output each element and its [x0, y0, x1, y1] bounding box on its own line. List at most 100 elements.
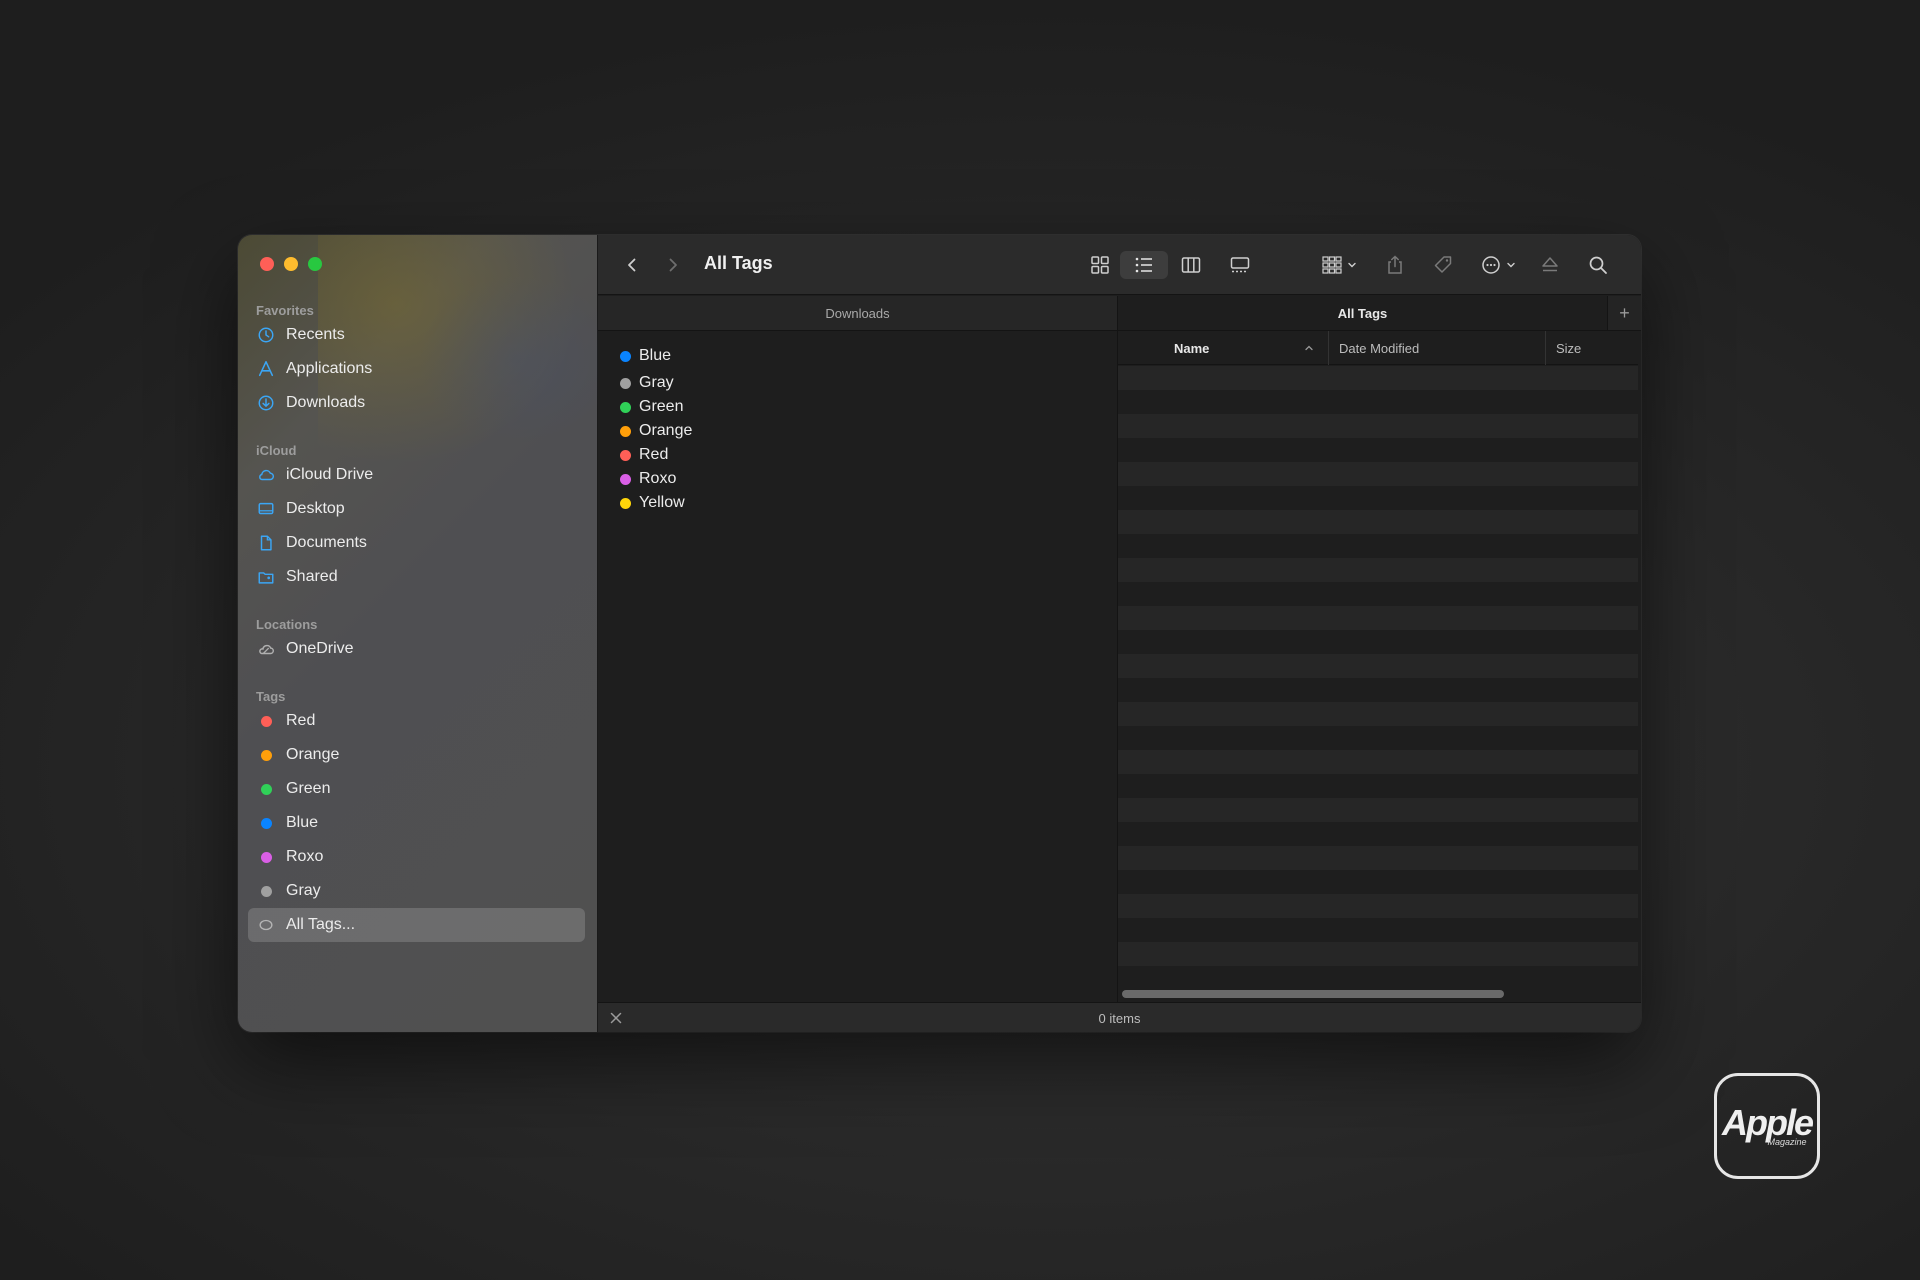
chevron-down-icon — [1507, 262, 1515, 268]
tag-dot-roxo — [260, 851, 272, 863]
edit-tags-button[interactable] — [1426, 251, 1460, 279]
tab-downloads[interactable]: Downloads — [598, 296, 1118, 330]
column-view-button[interactable] — [1174, 251, 1208, 279]
sidebar-item-all-tags[interactable]: All Tags... — [248, 908, 585, 942]
zoom-window-button[interactable] — [308, 257, 322, 271]
sidebar: Favorites Recents Applications Downloads — [238, 235, 618, 1032]
new-tab-button[interactable]: + — [1608, 296, 1641, 330]
share-button[interactable] — [1378, 251, 1412, 279]
sidebar-item-tag-gray[interactable]: Gray — [248, 874, 585, 908]
tag-dot-gray — [260, 885, 272, 897]
sidebar-item-downloads[interactable]: Downloads — [248, 386, 585, 420]
tag-icon — [1434, 256, 1452, 273]
tag-list-item-red[interactable]: Red — [620, 444, 668, 466]
search-button[interactable] — [1581, 251, 1615, 279]
sidebar-item-label: Documents — [286, 534, 367, 551]
table-row — [1118, 822, 1638, 846]
onedrive-icon — [256, 639, 276, 659]
tag-label: Gray — [639, 374, 674, 391]
columns-icon — [1181, 257, 1201, 273]
apple-magazine-logo: Apple Magazine — [1714, 1073, 1820, 1179]
file-list-pane: Name Date Modified Size — [1118, 331, 1638, 1002]
tag-list-item-gray[interactable]: Gray — [620, 372, 674, 394]
tag-dot-green — [620, 401, 631, 413]
tag-list-item-yellow[interactable]: Yellow — [620, 492, 685, 514]
sidebar-item-shared[interactable]: Shared — [248, 560, 585, 594]
minimize-window-button[interactable] — [284, 257, 298, 271]
sidebar-item-tag-orange[interactable]: Orange — [248, 738, 585, 772]
close-window-button[interactable] — [260, 257, 274, 271]
group-grid-icon — [1322, 256, 1342, 274]
column-header: Name Date Modified Size — [1118, 331, 1638, 365]
tag-list-item-green[interactable]: Green — [620, 396, 683, 418]
table-row — [1118, 870, 1638, 894]
sidebar-item-recents[interactable]: Recents — [248, 318, 585, 352]
sidebar-item-documents[interactable]: Documents — [248, 526, 585, 560]
window-title: All Tags — [704, 253, 773, 273]
action-menu-button[interactable] — [1474, 251, 1522, 279]
file-rows — [1118, 366, 1638, 1002]
sidebar-item-label: Red — [286, 712, 316, 729]
sidebar-item-tag-blue[interactable]: Blue — [248, 806, 585, 840]
table-row — [1118, 390, 1638, 414]
tag-list-item-orange[interactable]: Orange — [620, 420, 692, 442]
horizontal-scrollbar[interactable] — [1122, 990, 1504, 998]
item-count: 0 items — [1098, 1011, 1141, 1026]
group-by-button[interactable] — [1315, 251, 1363, 279]
sidebar-section-favorites: Favorites — [256, 303, 314, 318]
tag-label: Roxo — [639, 470, 677, 487]
table-row — [1118, 630, 1638, 654]
sidebar-item-tag-green[interactable]: Green — [248, 772, 585, 806]
tab-bar: Downloads All Tags + — [598, 296, 1641, 331]
sidebar-section-tags: Tags — [256, 689, 286, 704]
column-date-modified[interactable]: Date Modified — [1328, 331, 1548, 365]
table-row — [1118, 702, 1638, 726]
tag-label: Yellow — [639, 494, 685, 511]
sidebar-item-onedrive[interactable]: OneDrive — [248, 632, 585, 666]
sidebar-item-tag-red[interactable]: Red — [248, 704, 585, 738]
applications-icon — [256, 359, 276, 379]
back-button[interactable] — [620, 253, 644, 277]
sidebar-section-icloud: iCloud — [256, 443, 297, 458]
tag-dot-blue — [620, 350, 631, 362]
tag-list-item-blue[interactable]: Blue — [620, 345, 671, 367]
tag-dot-orange — [260, 749, 272, 761]
forward-button[interactable] — [661, 253, 685, 277]
tag-dot-blue — [260, 817, 272, 829]
eject-button[interactable] — [1533, 251, 1567, 279]
sidebar-section-locations: Locations — [256, 617, 318, 632]
table-row — [1118, 462, 1638, 486]
column-name[interactable]: Name — [1174, 331, 1324, 365]
icon-view-button[interactable] — [1083, 251, 1117, 279]
tag-label: Blue — [639, 347, 672, 364]
sidebar-item-label: Orange — [286, 746, 340, 763]
table-row — [1118, 534, 1638, 558]
gallery-view-button[interactable] — [1223, 251, 1257, 279]
sidebar-item-icloud-drive[interactable]: iCloud Drive — [248, 458, 585, 492]
sidebar-item-tag-roxo[interactable]: Roxo — [248, 840, 585, 874]
table-row — [1118, 894, 1638, 918]
search-icon — [1589, 256, 1607, 274]
tag-list-item-roxo[interactable]: Roxo — [620, 468, 676, 490]
table-row — [1118, 654, 1638, 678]
tag-label: Red — [639, 446, 669, 463]
tab-all-tags[interactable]: All Tags — [1118, 296, 1608, 330]
sidebar-item-label: All Tags... — [286, 916, 356, 933]
tag-label: Orange — [639, 422, 693, 439]
sidebar-item-applications[interactable]: Applications — [248, 352, 585, 386]
table-row — [1118, 486, 1638, 510]
table-row — [1118, 414, 1638, 438]
sidebar-item-desktop[interactable]: Desktop — [248, 492, 585, 526]
sidebar-item-label: Shared — [286, 568, 338, 585]
column-size[interactable]: Size — [1545, 331, 1638, 365]
tag-dot-roxo — [620, 473, 631, 485]
sidebar-item-label: Roxo — [286, 848, 324, 865]
table-row — [1118, 918, 1638, 942]
tag-dot-orange — [620, 425, 631, 437]
list-view-button[interactable] — [1120, 251, 1168, 279]
status-bar: 0 items — [598, 1002, 1641, 1032]
table-row — [1118, 366, 1638, 390]
sidebar-item-label: OneDrive — [286, 640, 354, 657]
cloud-icon — [256, 465, 276, 485]
download-icon — [256, 393, 276, 413]
